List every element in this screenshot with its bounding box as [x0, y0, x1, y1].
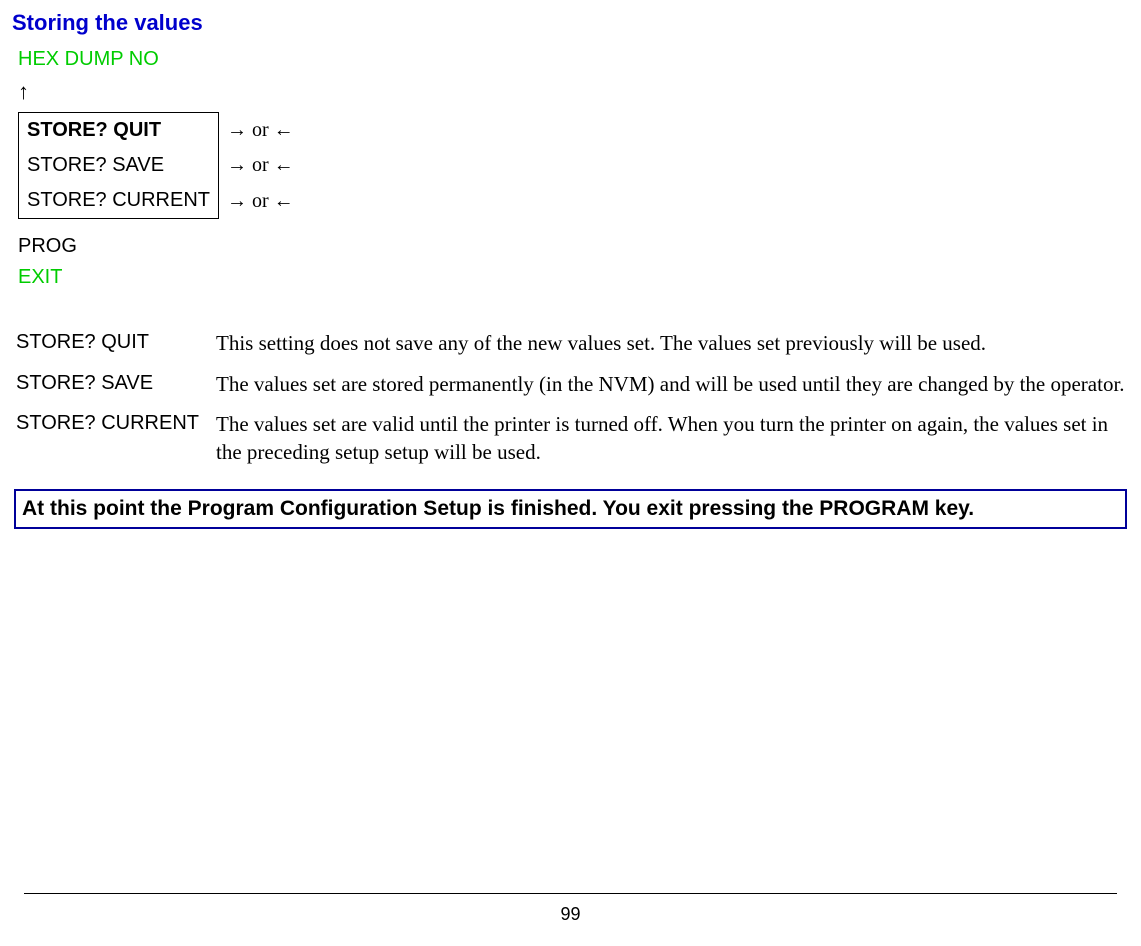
- completion-note: At this point the Program Configuration …: [14, 489, 1127, 529]
- menu-row-save: STORE? SAVE: [19, 148, 219, 183]
- page-footer: 99: [24, 893, 1117, 926]
- arrow-hint-2: → or ←: [219, 148, 303, 183]
- menu-prog: PROG: [18, 225, 1129, 260]
- up-arrow-icon: ↑: [18, 77, 1129, 107]
- description-table: STORE? QUIT This setting does not save a…: [12, 323, 1129, 472]
- footer-divider: [24, 893, 1117, 894]
- desc-save-label: STORE? SAVE: [12, 364, 212, 404]
- menu-option-table: STORE? QUIT → or ← STORE? SAVE → or ← ST…: [18, 112, 303, 219]
- arrow-hint-1: → or ←: [219, 113, 303, 149]
- menu-exit: EXIT: [18, 264, 1129, 291]
- menu-top-green: HEX DUMP NO: [18, 46, 1129, 73]
- section-heading: Storing the values: [12, 8, 1129, 38]
- desc-current-label: STORE? CURRENT: [12, 404, 212, 473]
- desc-save-text: The values set are stored permanently (i…: [212, 364, 1129, 404]
- menu-row-current: STORE? CURRENT: [19, 183, 219, 219]
- arrow-hint-3: → or ←: [219, 183, 303, 219]
- page-number: 99: [24, 902, 1117, 926]
- desc-quit-label: STORE? QUIT: [12, 323, 212, 363]
- desc-quit-text: This setting does not save any of the ne…: [212, 323, 1129, 363]
- desc-current-text: The values set are valid until the print…: [212, 404, 1129, 473]
- menu-row-quit: STORE? QUIT: [19, 113, 219, 149]
